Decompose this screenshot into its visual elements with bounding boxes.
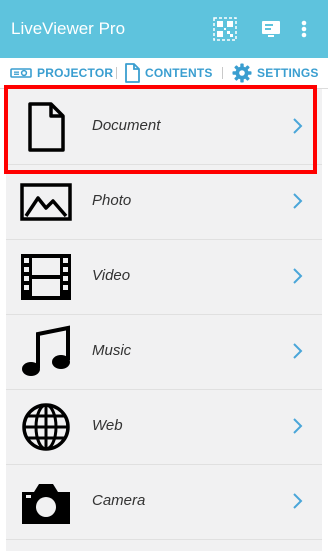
list-item-music[interactable]: Music: [6, 314, 322, 390]
list-item-camera[interactable]: Camera: [6, 464, 322, 540]
list-item-label: Music: [92, 342, 132, 359]
film-icon: [18, 249, 74, 305]
screen-share-icon[interactable]: [259, 17, 283, 41]
tab-separator: [116, 67, 117, 79]
list-item-label: Document: [92, 117, 161, 134]
qr-code-icon[interactable]: [213, 17, 237, 41]
list-item-document[interactable]: Document: [6, 89, 322, 165]
tab-bar: PROJECTOR CONTENTS SETTINGS: [0, 58, 328, 89]
chevron-right-icon: [292, 417, 304, 435]
projector-icon: [10, 68, 32, 78]
chevron-right-icon: [292, 492, 304, 510]
chevron-right-icon: [292, 117, 304, 135]
tab-settings[interactable]: SETTINGS: [232, 58, 319, 88]
list-item-video[interactable]: Video: [6, 239, 322, 315]
list-item-photo[interactable]: Photo: [6, 164, 322, 240]
overflow-menu-icon[interactable]: [296, 17, 312, 41]
music-note-icon: [18, 324, 74, 380]
document-icon: [18, 99, 74, 155]
document-icon: [125, 63, 140, 83]
chevron-right-icon: [292, 192, 304, 210]
tab-projector[interactable]: PROJECTOR: [10, 58, 113, 88]
camera-icon: [18, 474, 74, 530]
app-title: LiveViewer Pro: [11, 19, 126, 38]
tab-projector-label: PROJECTOR: [37, 66, 114, 80]
chevron-right-icon: [292, 342, 304, 360]
contents-list: Document Photo Video Music Web Camera: [6, 89, 322, 551]
tab-contents-label: CONTENTS: [145, 66, 213, 80]
tab-contents[interactable]: CONTENTS: [124, 58, 213, 88]
list-item-label: Photo: [92, 192, 132, 209]
tab-separator: [222, 67, 223, 79]
gear-icon: [232, 63, 252, 83]
list-item-label: Web: [92, 417, 123, 434]
list-item-label: Camera: [92, 492, 146, 509]
photo-icon: [18, 174, 74, 230]
tab-settings-label: SETTINGS: [257, 66, 319, 80]
chevron-right-icon: [292, 267, 304, 285]
list-item-web[interactable]: Web: [6, 389, 322, 465]
app-bar: LiveViewer Pro: [0, 0, 328, 58]
globe-icon: [18, 399, 74, 455]
list-item-label: Video: [92, 267, 131, 284]
